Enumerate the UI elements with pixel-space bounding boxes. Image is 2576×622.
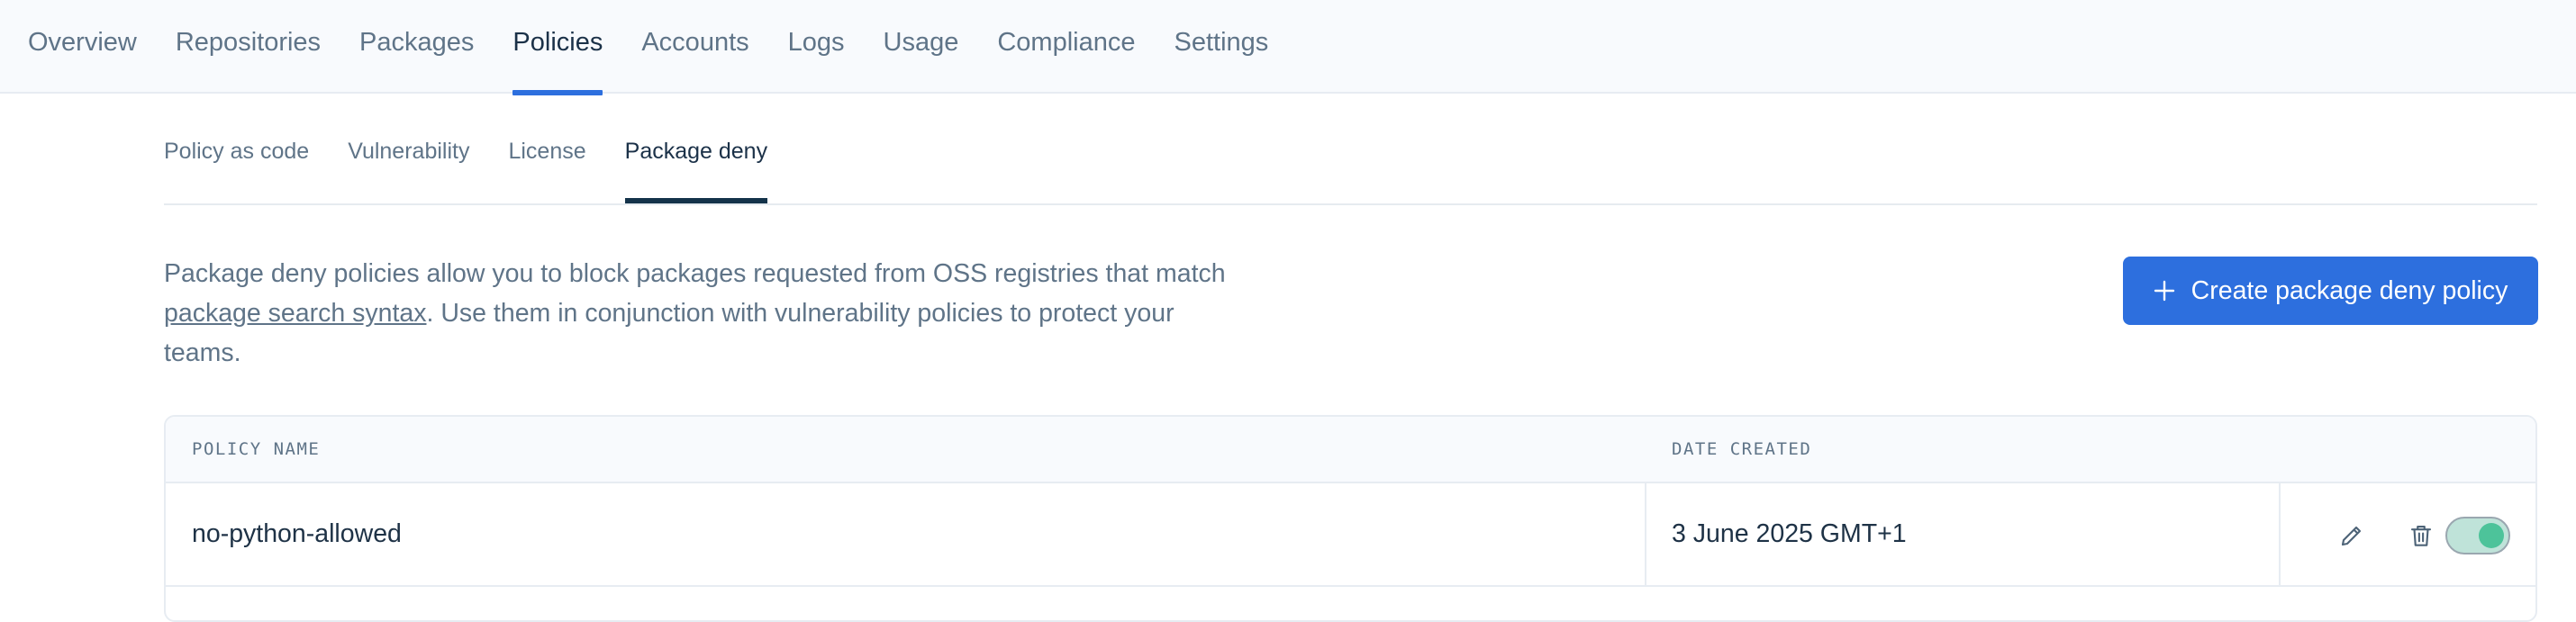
page-description: Package deny policies allow you to block… [164,254,1245,373]
nav-item-logs[interactable]: Logs [788,0,845,94]
top-nav-items: Overview Repositories Packages Policies … [28,0,1307,95]
policy-enabled-toggle[interactable] [2445,517,2510,554]
table-header: POLICY NAME DATE CREATED [166,417,2535,483]
column-divider [2279,483,2281,585]
column-header-date-created: DATE CREATED [1672,439,1812,459]
nav-item-overview[interactable]: Overview [28,0,137,94]
tab-vulnerability[interactable]: Vulnerability [348,94,469,203]
top-nav: Overview Repositories Packages Policies … [0,0,2576,95]
tab-package-deny[interactable]: Package deny [624,94,768,203]
policy-table: POLICY NAME DATE CREATED no-python-allow… [164,415,2537,622]
table-row: no-python-allowed 3 June 2025 GMT+1 [166,483,2535,587]
nav-item-packages[interactable]: Packages [359,0,474,94]
plus-icon [2154,280,2175,302]
package-search-syntax-link[interactable]: package search syntax [164,299,427,328]
date-created-cell: 3 June 2025 GMT+1 [1672,519,1907,548]
description-text-before: Package deny policies allow you to block… [164,259,1226,288]
tab-policy-as-code[interactable]: Policy as code [164,94,309,203]
tab-license[interactable]: License [508,94,585,203]
column-divider [1645,483,1646,585]
column-header-policy-name: POLICY NAME [192,439,321,459]
toggle-knob [2479,523,2504,548]
create-button-label: Create package deny policy [2191,275,2508,305]
policy-name-cell[interactable]: no-python-allowed [192,483,402,585]
policy-tabs: Policy as code Vulnerability License Pac… [164,94,2537,205]
nav-item-accounts[interactable]: Accounts [641,0,748,94]
pencil-icon[interactable] [2334,518,2370,554]
nav-item-usage[interactable]: Usage [884,0,959,94]
create-package-deny-policy-button[interactable]: Create package deny policy [2123,257,2538,325]
nav-item-settings[interactable]: Settings [1175,0,1269,94]
nav-item-repositories[interactable]: Repositories [176,0,321,94]
nav-item-compliance[interactable]: Compliance [997,0,1135,94]
nav-item-policies[interactable]: Policies [512,0,603,95]
trash-icon[interactable] [2403,518,2439,554]
